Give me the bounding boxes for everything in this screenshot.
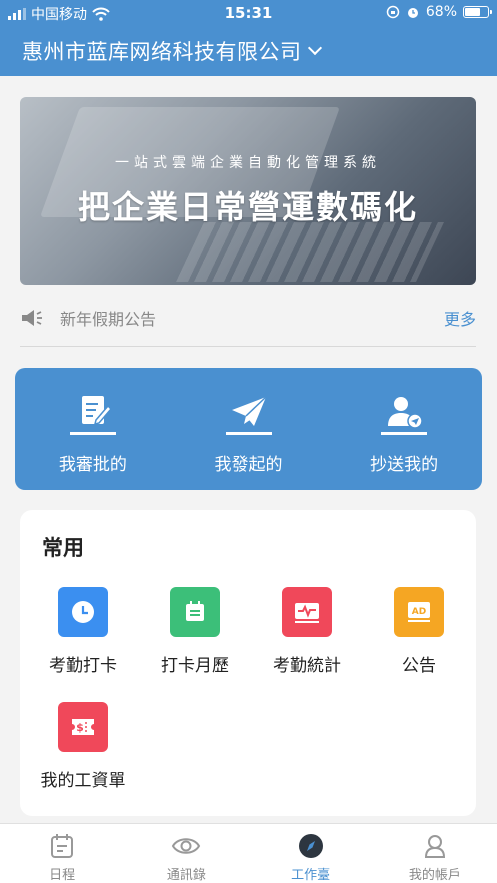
tab-contacts[interactable]: 通訊錄 — [124, 824, 248, 883]
shortcut-attendance-checkin[interactable]: 考勤打卡 — [26, 587, 140, 676]
pulse-chart-icon — [295, 603, 319, 623]
tile-0 — [58, 587, 108, 637]
section-title: 常用 — [42, 536, 84, 560]
svg-text:AD: AD — [412, 607, 426, 617]
action-label: 我審批的 — [58, 455, 127, 475]
banner-title: 把企業日常營運數碼化 — [77, 188, 418, 226]
tile-3: AD — [394, 587, 444, 637]
notice-text: 新年假期公告 — [60, 310, 157, 329]
banner-subtitle: 一站式雲端企業自動化管理系統 — [115, 155, 381, 171]
calendar-tab-icon — [51, 834, 74, 858]
tile-2 — [282, 587, 332, 637]
battery-percent: 68% — [425, 4, 457, 20]
shortcut-label: 考勤統計 — [273, 656, 341, 676]
user-send-icon — [381, 397, 428, 435]
user-icon — [424, 835, 445, 858]
action-label: 我發起的 — [214, 455, 283, 475]
tab-label: 通訊錄 — [166, 868, 206, 883]
shortcut-label: 打卡月歷 — [161, 656, 229, 676]
chevron-down-icon — [307, 40, 322, 56]
shortcut-label: 我的工資單 — [40, 771, 126, 791]
tab-schedule[interactable]: 日程 — [0, 824, 124, 883]
approval-actions: 我審批的 我發起的 抄送我的 — [15, 368, 482, 490]
common-functions-card: 常用 考勤打卡 打卡月歷 考勤統計 AD 公告 $ 我的工資單 — [20, 510, 476, 816]
rotation-lock-icon — [386, 5, 400, 19]
salary-ticket-icon: $ — [72, 719, 94, 735]
tab-workbench[interactable]: 工作臺 — [249, 824, 373, 883]
alarm-icon — [407, 8, 418, 18]
shortcut-checkin-calendar[interactable]: 打卡月歷 — [138, 587, 252, 676]
eye-icon — [172, 838, 201, 854]
more-link[interactable]: 更多 — [444, 306, 476, 330]
company-name: 惠州市蓝库网络科技有限公司 — [22, 40, 302, 64]
calendar-icon — [186, 601, 204, 621]
notice-bar[interactable]: 新年假期公告 更多 — [20, 300, 476, 336]
tile-1 — [170, 587, 220, 637]
compass-icon — [298, 834, 323, 858]
bottom-tab-bar: 日程 通訊錄 工作臺 我的帳戶 — [0, 823, 497, 883]
speaker-icon — [22, 310, 42, 326]
svg-text:$: $ — [76, 721, 84, 734]
edit-document-icon — [69, 396, 116, 435]
ad-board-icon: AD — [408, 602, 430, 622]
tab-my-account[interactable]: 我的帳戶 — [373, 824, 497, 883]
tab-label: 工作臺 — [291, 868, 331, 883]
tab-label: 我的帳戶 — [408, 868, 461, 883]
shortcut-attendance-stats[interactable]: 考勤統計 — [250, 587, 364, 676]
banner-keyboard-graphic — [176, 222, 444, 282]
clock-icon — [72, 601, 94, 623]
divider — [20, 346, 476, 347]
battery-icon — [463, 6, 492, 18]
status-bar: 中国移动 15:31 68% — [0, 0, 497, 26]
action-my-approvals[interactable]: 我審批的 — [15, 368, 171, 490]
promo-banner[interactable]: 一站式雲端企業自動化管理系統 把企業日常營運數碼化 — [20, 97, 476, 285]
action-label: 抄送我的 — [370, 455, 439, 475]
shortcut-announcement[interactable]: AD 公告 — [362, 587, 476, 676]
company-selector[interactable]: 惠州市蓝库网络科技有限公司 — [0, 26, 497, 76]
action-cc-me[interactable]: 抄送我的 — [326, 368, 482, 490]
shortcut-label: 公告 — [402, 656, 436, 676]
paper-plane-icon — [225, 396, 272, 435]
action-initiated[interactable]: 我發起的 — [171, 368, 327, 490]
shortcut-payslip[interactable]: $ 我的工資單 — [26, 702, 140, 791]
shortcut-label: 考勤打卡 — [49, 656, 117, 676]
tile-4: $ — [58, 702, 108, 752]
tab-label: 日程 — [49, 868, 76, 883]
